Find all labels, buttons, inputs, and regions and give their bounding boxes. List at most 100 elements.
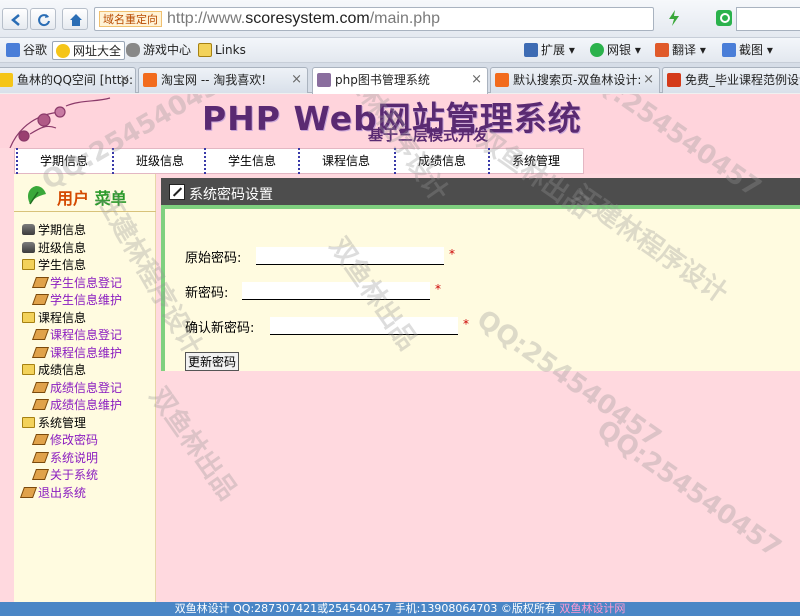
book-icon (19, 486, 38, 498)
tree-item[interactable]: 学生信息 (22, 257, 156, 275)
redirect-badge[interactable]: 域名重定向 (99, 11, 162, 27)
tree-item[interactable]: 学期信息 (22, 222, 156, 240)
required-mark: * (463, 317, 469, 331)
close-icon[interactable]: × (643, 68, 654, 92)
lightning-icon[interactable] (668, 10, 680, 26)
tab-taobao[interactable]: 淘宝网 -- 淘我喜欢! × (138, 67, 308, 93)
folder-icon (22, 311, 35, 323)
sidebar-header: 用户 菜单 (14, 178, 156, 212)
tab-course[interactable]: 免费_毕业课程范例设计 (662, 67, 800, 93)
panel-title: 系统密码设置 (189, 187, 273, 203)
fav-translate[interactable]: 翻译 ▾ (655, 41, 706, 60)
taobao-icon (143, 73, 157, 87)
folder-icon (22, 364, 35, 375)
tree-item[interactable]: 学生信息维护 (22, 292, 156, 310)
banner: PHP Web网站管理系统 基于三层模式开发 (0, 94, 800, 148)
footer-link[interactable]: 双鱼林设计网 (559, 602, 625, 615)
tree-item[interactable]: 课程信息登记 (22, 327, 156, 345)
translate-icon (655, 43, 669, 57)
star-icon (56, 44, 70, 58)
tree-item[interactable]: 班级信息 (22, 240, 156, 258)
tree-item[interactable]: 退出系统 (19, 485, 156, 503)
arrow-left-icon (11, 14, 20, 26)
edit-icon (169, 184, 185, 200)
book-icon (31, 346, 50, 358)
back-button[interactable] (2, 8, 28, 30)
tree-item-label: 课程信息维护 (50, 345, 123, 360)
tree-item[interactable]: 关于系统 (22, 467, 156, 485)
old-password-input[interactable] (256, 247, 444, 265)
nav-system[interactable]: 系统管理 (488, 148, 560, 174)
tree-item-label: 学期信息 (38, 223, 87, 237)
search-engine-icon[interactable] (716, 10, 732, 26)
book-icon (31, 294, 50, 305)
tree-item-label: 成绩信息 (38, 363, 87, 377)
extension-icon (524, 43, 538, 57)
fav-links[interactable]: Links (198, 41, 246, 60)
tree-item[interactable]: 课程信息维护 (22, 345, 156, 363)
fav-directory[interactable]: 网址大全 (52, 41, 126, 60)
database-icon (22, 224, 35, 235)
close-icon[interactable]: × (119, 68, 130, 92)
tree-item[interactable]: 系统说明 (22, 450, 156, 468)
sidebar-title: 用户 菜单 (57, 189, 127, 208)
fav-games[interactable]: 游戏中心 (126, 41, 191, 60)
new-password-label: 新密码: (185, 286, 229, 301)
book-icon (31, 451, 50, 463)
fav-banking[interactable]: 网银 ▾ (590, 41, 641, 60)
close-icon[interactable]: × (291, 68, 302, 92)
tree-item-label: 学生信息登记 (50, 275, 123, 290)
tree-item-label: 关于系统 (50, 468, 99, 482)
confirm-password-input[interactable] (270, 317, 458, 335)
search-input[interactable] (736, 7, 800, 31)
fav-screenshot[interactable]: 截图 ▾ (722, 41, 773, 60)
page-icon (667, 73, 681, 87)
tree-item[interactable]: 成绩信息登记 (22, 380, 156, 398)
banner-subtitle: 基于三层模式开发 (368, 126, 489, 144)
book-icon (31, 276, 50, 288)
google-icon (6, 43, 20, 57)
panel-header: 系统密码设置 (161, 178, 800, 209)
favorites-bar: 谷歌 网址大全 游戏中心 Links 扩展 ▾ 网银 ▾ 翻译 ▾ 截图 ▾ (0, 38, 800, 63)
tab-search[interactable]: 默认搜索页-双鱼林设计: × (490, 67, 660, 93)
book-icon (31, 329, 50, 340)
tree-item[interactable]: 学生信息登记 (22, 275, 156, 293)
nav-student[interactable]: 学生信息 (204, 148, 276, 174)
password-form: 原始密码: * 新密码: * 确认新密码: * 更新密码 (161, 209, 800, 371)
url-text[interactable]: http://www.scoresystem.com/main.php (167, 9, 440, 29)
required-mark: * (449, 247, 455, 261)
sidebar: 用户 菜单 学期信息班级信息学生信息学生信息登记学生信息维护 课程信息 课程信息登记… (14, 174, 156, 616)
update-password-button[interactable]: 更新密码 (185, 352, 240, 371)
book-icon (31, 381, 50, 393)
footer: 双鱼林设计 QQ:287307421或254540457 手机:13908064… (0, 602, 800, 616)
leaf-icon (28, 186, 46, 205)
php-icon (317, 73, 331, 87)
tab-strip: 鱼林的QQ空间 [http: × 淘宝网 -- 淘我喜欢! × php图书管理系统 ×… (0, 63, 800, 94)
tree-item[interactable]: 成绩信息维护 (22, 397, 156, 415)
tab-qzone[interactable]: 鱼林的QQ空间 [http: × (0, 67, 136, 93)
home-button[interactable] (62, 8, 88, 30)
nav-score[interactable]: 成绩信息 (394, 148, 466, 174)
url-field[interactable]: 域名重定向 http://www.scoresystem.com/main.ph… (94, 7, 654, 31)
fav-extensions[interactable]: 扩展 ▾ (524, 41, 575, 60)
menu-tree: 学期信息班级信息学生信息学生信息登记学生信息维护 课程信息 课程信息登记 课程信息维护… (19, 222, 156, 503)
nav-class[interactable]: 班级信息 (112, 148, 184, 174)
home-icon (70, 14, 82, 26)
tree-item-label: 班级信息 (38, 240, 87, 255)
nav-semester[interactable]: 学期信息 (16, 148, 88, 174)
database-icon (22, 241, 35, 253)
new-password-input[interactable] (242, 282, 430, 300)
refresh-button[interactable] (30, 8, 56, 30)
nav-course[interactable]: 课程信息 (298, 148, 370, 174)
fav-google[interactable]: 谷歌 (6, 41, 47, 60)
refresh-icon (38, 14, 50, 27)
tree-item[interactable]: 系统管理 (22, 415, 156, 433)
folder-icon (22, 259, 35, 270)
tree-item[interactable]: 课程信息 (22, 310, 156, 328)
close-icon[interactable]: × (471, 68, 482, 92)
tab-php[interactable]: php图书管理系统 × (312, 67, 488, 94)
tree-item[interactable]: 修改密码 (22, 432, 156, 450)
tree-item-label: 学生信息 (38, 258, 87, 272)
tree-item[interactable]: 成绩信息 (22, 362, 156, 380)
tree-item-label: 成绩信息登记 (50, 380, 123, 395)
